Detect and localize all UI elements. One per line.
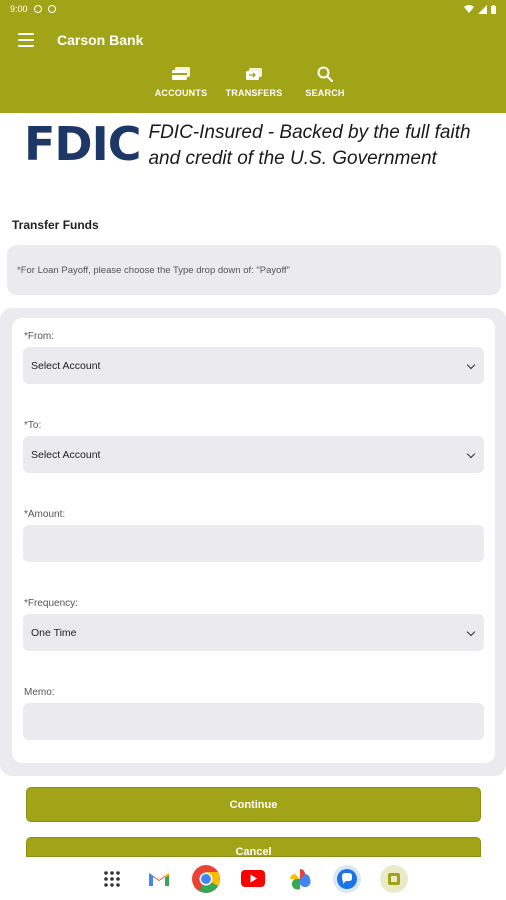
continue-button[interactable]: Continue bbox=[26, 787, 481, 822]
status-time: 9:00 bbox=[10, 4, 28, 14]
page-title: Transfer Funds bbox=[12, 218, 99, 232]
amount-label: *Amount: bbox=[24, 509, 66, 520]
from-label: *From: bbox=[24, 331, 54, 342]
loan-payoff-note: *For Loan Payoff, please choose the Type… bbox=[7, 245, 501, 295]
nav-search[interactable]: SEARCH bbox=[290, 66, 360, 98]
frequency-label: *Frequency: bbox=[24, 598, 78, 609]
from-select-value: Select Account bbox=[31, 359, 101, 372]
transfer-icon bbox=[245, 66, 263, 82]
wifi-icon bbox=[464, 4, 474, 13]
memo-input[interactable] bbox=[23, 703, 484, 740]
amount-input[interactable] bbox=[23, 525, 484, 562]
to-select[interactable]: Select Account bbox=[23, 436, 484, 473]
fdic-logo: FDIC bbox=[24, 117, 141, 171]
fdic-line-1: FDIC-Insured - Backed by the full faith bbox=[148, 122, 471, 143]
chevron-down-icon bbox=[466, 627, 476, 637]
search-icon bbox=[316, 66, 334, 82]
nav-search-label: SEARCH bbox=[305, 88, 345, 98]
to-label: *To: bbox=[24, 420, 42, 431]
fdic-statement: FDIC-Insured - Backed by the full faith … bbox=[148, 120, 470, 172]
app-drawer-icon[interactable] bbox=[97, 864, 127, 894]
status-bar: 9:00 bbox=[0, 0, 506, 18]
memo-label: Memo: bbox=[24, 687, 55, 698]
cancel-button-label: Cancel bbox=[235, 846, 272, 857]
nav-accounts-label: ACCOUNTS bbox=[154, 88, 208, 98]
gmail-icon[interactable] bbox=[144, 864, 174, 894]
app-dock bbox=[0, 857, 506, 900]
youtube-icon[interactable] bbox=[238, 864, 268, 894]
settings-status-icon bbox=[33, 5, 42, 13]
frequency-select-value: One Time bbox=[31, 626, 77, 639]
photos-icon[interactable] bbox=[285, 864, 315, 894]
notes-app-icon[interactable] bbox=[379, 864, 409, 894]
from-select[interactable]: Select Account bbox=[23, 347, 484, 384]
messages-icon[interactable] bbox=[332, 864, 362, 894]
chevron-down-icon bbox=[466, 449, 476, 459]
credit-card-icon bbox=[172, 66, 190, 82]
fdic-line-2: and credit of the U.S. Government bbox=[148, 148, 437, 169]
nav-transfers[interactable]: TRANSFERS bbox=[219, 66, 289, 98]
note-text: *For Loan Payoff, please choose the Type… bbox=[17, 264, 290, 276]
frequency-select[interactable]: One Time bbox=[23, 614, 484, 651]
nav-accounts[interactable]: ACCOUNTS bbox=[146, 66, 216, 98]
nav-transfers-label: TRANSFERS bbox=[225, 88, 283, 98]
app-bar: Carson Bank ACCOUNTS TRANSFERS SEARCH bbox=[0, 18, 506, 113]
cancel-button[interactable]: Cancel bbox=[26, 837, 481, 857]
battery-icon bbox=[491, 4, 496, 14]
top-nav: ACCOUNTS TRANSFERS SEARCH bbox=[0, 66, 506, 108]
chevron-down-icon bbox=[466, 360, 476, 370]
menu-icon[interactable] bbox=[18, 33, 34, 47]
to-select-value: Select Account bbox=[31, 448, 101, 461]
chrome-icon[interactable] bbox=[191, 864, 221, 894]
signal-icon bbox=[478, 4, 487, 14]
sync-status-icon bbox=[47, 5, 56, 13]
continue-button-label: Continue bbox=[229, 798, 278, 811]
fdic-banner: FDIC FDIC-Insured - Backed by the full f… bbox=[24, 118, 494, 178]
app-title: Carson Bank bbox=[57, 32, 144, 48]
